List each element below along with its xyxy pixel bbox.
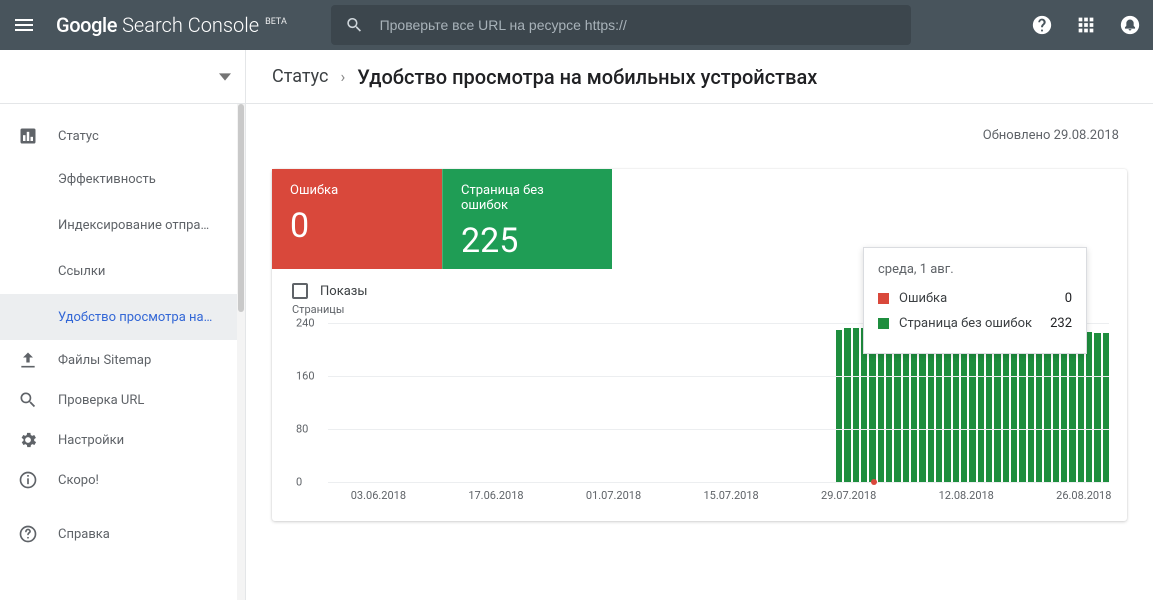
chart-x-tick: 01.07.2018: [586, 489, 641, 502]
help-icon: [18, 524, 38, 544]
search-icon: [345, 15, 364, 35]
url-searchbox[interactable]: [331, 5, 911, 45]
chart-bar: [836, 330, 842, 482]
sidebar-item-label: Скоро!: [58, 473, 99, 488]
sidebar-scrollbar[interactable]: [237, 104, 245, 600]
chart-x-tick: 15.07.2018: [703, 489, 758, 502]
chart-x-axis: 03.06.2018 17.06.2018 01.07.2018 15.07.2018…: [328, 489, 1109, 507]
sidebar-item-label: Статус: [58, 129, 99, 144]
chart-gridline: [328, 429, 1109, 430]
menu-icon[interactable]: [12, 13, 36, 37]
topbar: Google Search Console BETA: [0, 0, 1153, 50]
gear-icon: [18, 430, 38, 450]
chart-bar: [853, 328, 859, 482]
tooltip-label-error: Ошибка: [899, 291, 947, 306]
logo-google-text: Google: [56, 13, 117, 37]
tab-valid-value: 225: [461, 221, 594, 261]
bar-chart-icon: [18, 126, 38, 146]
sidebar-item-settings[interactable]: Настройки: [0, 420, 245, 460]
chart-bar: [844, 328, 850, 482]
chart-bar: [1086, 332, 1092, 482]
tab-valid[interactable]: Страница без ошибок 225: [442, 169, 612, 269]
tooltip-value-valid: 232: [1050, 316, 1072, 331]
sidebar-item-status[interactable]: Статус: [0, 116, 245, 156]
sidebar-sub-links[interactable]: Ссылки: [0, 248, 245, 294]
tooltip-swatch-valid-icon: [878, 318, 889, 329]
sidebar-sub-performance[interactable]: Эффективность: [0, 156, 245, 202]
tooltip-label-valid: Страница без ошибок: [899, 316, 1032, 331]
chart-x-tick: 12.08.2018: [939, 489, 994, 502]
tooltip-row-valid: Страница без ошибок 232: [878, 316, 1072, 331]
chart-y-tick: 80: [296, 423, 308, 436]
chevron-down-icon: [219, 71, 231, 83]
chart-error-point: [871, 479, 877, 485]
chart-x-tick: 17.06.2018: [468, 489, 523, 502]
sidebar-item-coming-soon[interactable]: Скоро!: [0, 460, 245, 500]
sidebar-item-label: Справка: [58, 527, 110, 542]
breadcrumb-separator-icon: ›: [340, 67, 345, 86]
topbar-right: [1031, 14, 1141, 36]
help-icon[interactable]: [1031, 14, 1053, 36]
sidebar-item-label: Настройки: [58, 433, 124, 448]
chart-y-label: Страницы: [292, 303, 344, 316]
chart-y-tick: 0: [296, 476, 302, 489]
chart-bar: [1103, 333, 1109, 482]
tab-error[interactable]: Ошибка 0: [272, 169, 442, 269]
chart-gridline: [328, 482, 1109, 483]
apps-icon[interactable]: [1075, 14, 1097, 36]
sidebar-sub-indexing[interactable]: Индексирование отпра…: [0, 202, 245, 248]
chart-x-tick: 26.08.2018: [1056, 489, 1111, 502]
tooltip-row-error: Ошибка 0: [878, 291, 1072, 306]
sidebar-item-label: Проверка URL: [58, 393, 144, 408]
breadcrumb-root[interactable]: Статус: [272, 66, 328, 87]
tooltip-swatch-error-icon: [878, 293, 889, 304]
notifications-icon[interactable]: [1119, 14, 1141, 36]
impressions-checkbox-label: Показы: [320, 284, 367, 299]
tab-error-value: 0: [290, 206, 424, 246]
chart-plot[interactable]: среда, 1 авг. Ошибка 0 Страница без ошиб…: [328, 323, 1109, 483]
chart-bar: [1069, 332, 1075, 482]
sidebar-item-label: Файлы Sitemap: [58, 353, 151, 368]
main-content: Статус › Удобство просмотра на мобильных…: [246, 50, 1153, 600]
chart-x-tick: 03.06.2018: [351, 489, 406, 502]
chart-gridline: [328, 376, 1109, 377]
status-card: Ошибка 0 Страница без ошибок 225 Показы …: [272, 169, 1127, 521]
logo-product-text: Search Console: [122, 13, 259, 37]
chart-bar: [1078, 332, 1084, 482]
chart-y-tick: 240: [296, 317, 315, 330]
product-logo[interactable]: Google Search Console BETA: [56, 13, 287, 37]
chart-bar: [1094, 333, 1100, 482]
tab-error-label: Ошибка: [290, 183, 424, 198]
search-icon: [18, 390, 38, 410]
sidebar-item-url-inspection[interactable]: Проверка URL: [0, 380, 245, 420]
tooltip-date: среда, 1 авг.: [878, 262, 1072, 277]
upload-icon: [18, 350, 38, 370]
breadcrumb-current: Удобство просмотра на мобильных устройст…: [357, 65, 817, 89]
sidebar-item-sitemaps[interactable]: Файлы Sitemap: [0, 340, 245, 380]
property-selector[interactable]: [0, 50, 246, 104]
url-search-input[interactable]: [380, 17, 897, 33]
chart-tooltip: среда, 1 авг. Ошибка 0 Страница без ошиб…: [863, 247, 1087, 354]
tooltip-value-error: 0: [1065, 291, 1072, 306]
chart: Страницы среда, 1 авг. Ошибка 0 Страница…: [272, 303, 1127, 513]
sidebar-sub-mobile-usability[interactable]: Удобство просмотра на…: [0, 294, 245, 340]
breadcrumb: Статус › Удобство просмотра на мобильных…: [246, 50, 1153, 104]
impressions-checkbox[interactable]: [292, 283, 308, 299]
sidebar: Статус Эффективность Индексирование отпр…: [0, 104, 246, 600]
info-icon: [18, 470, 38, 490]
tab-valid-label: Страница без ошибок: [461, 183, 594, 213]
updated-label: Обновлено 29.08.2018: [246, 104, 1153, 151]
chart-x-tick: 29.07.2018: [821, 489, 876, 502]
chart-y-tick: 160: [296, 370, 315, 383]
sidebar-item-help[interactable]: Справка: [0, 514, 245, 554]
logo-beta-badge: BETA: [265, 17, 287, 27]
